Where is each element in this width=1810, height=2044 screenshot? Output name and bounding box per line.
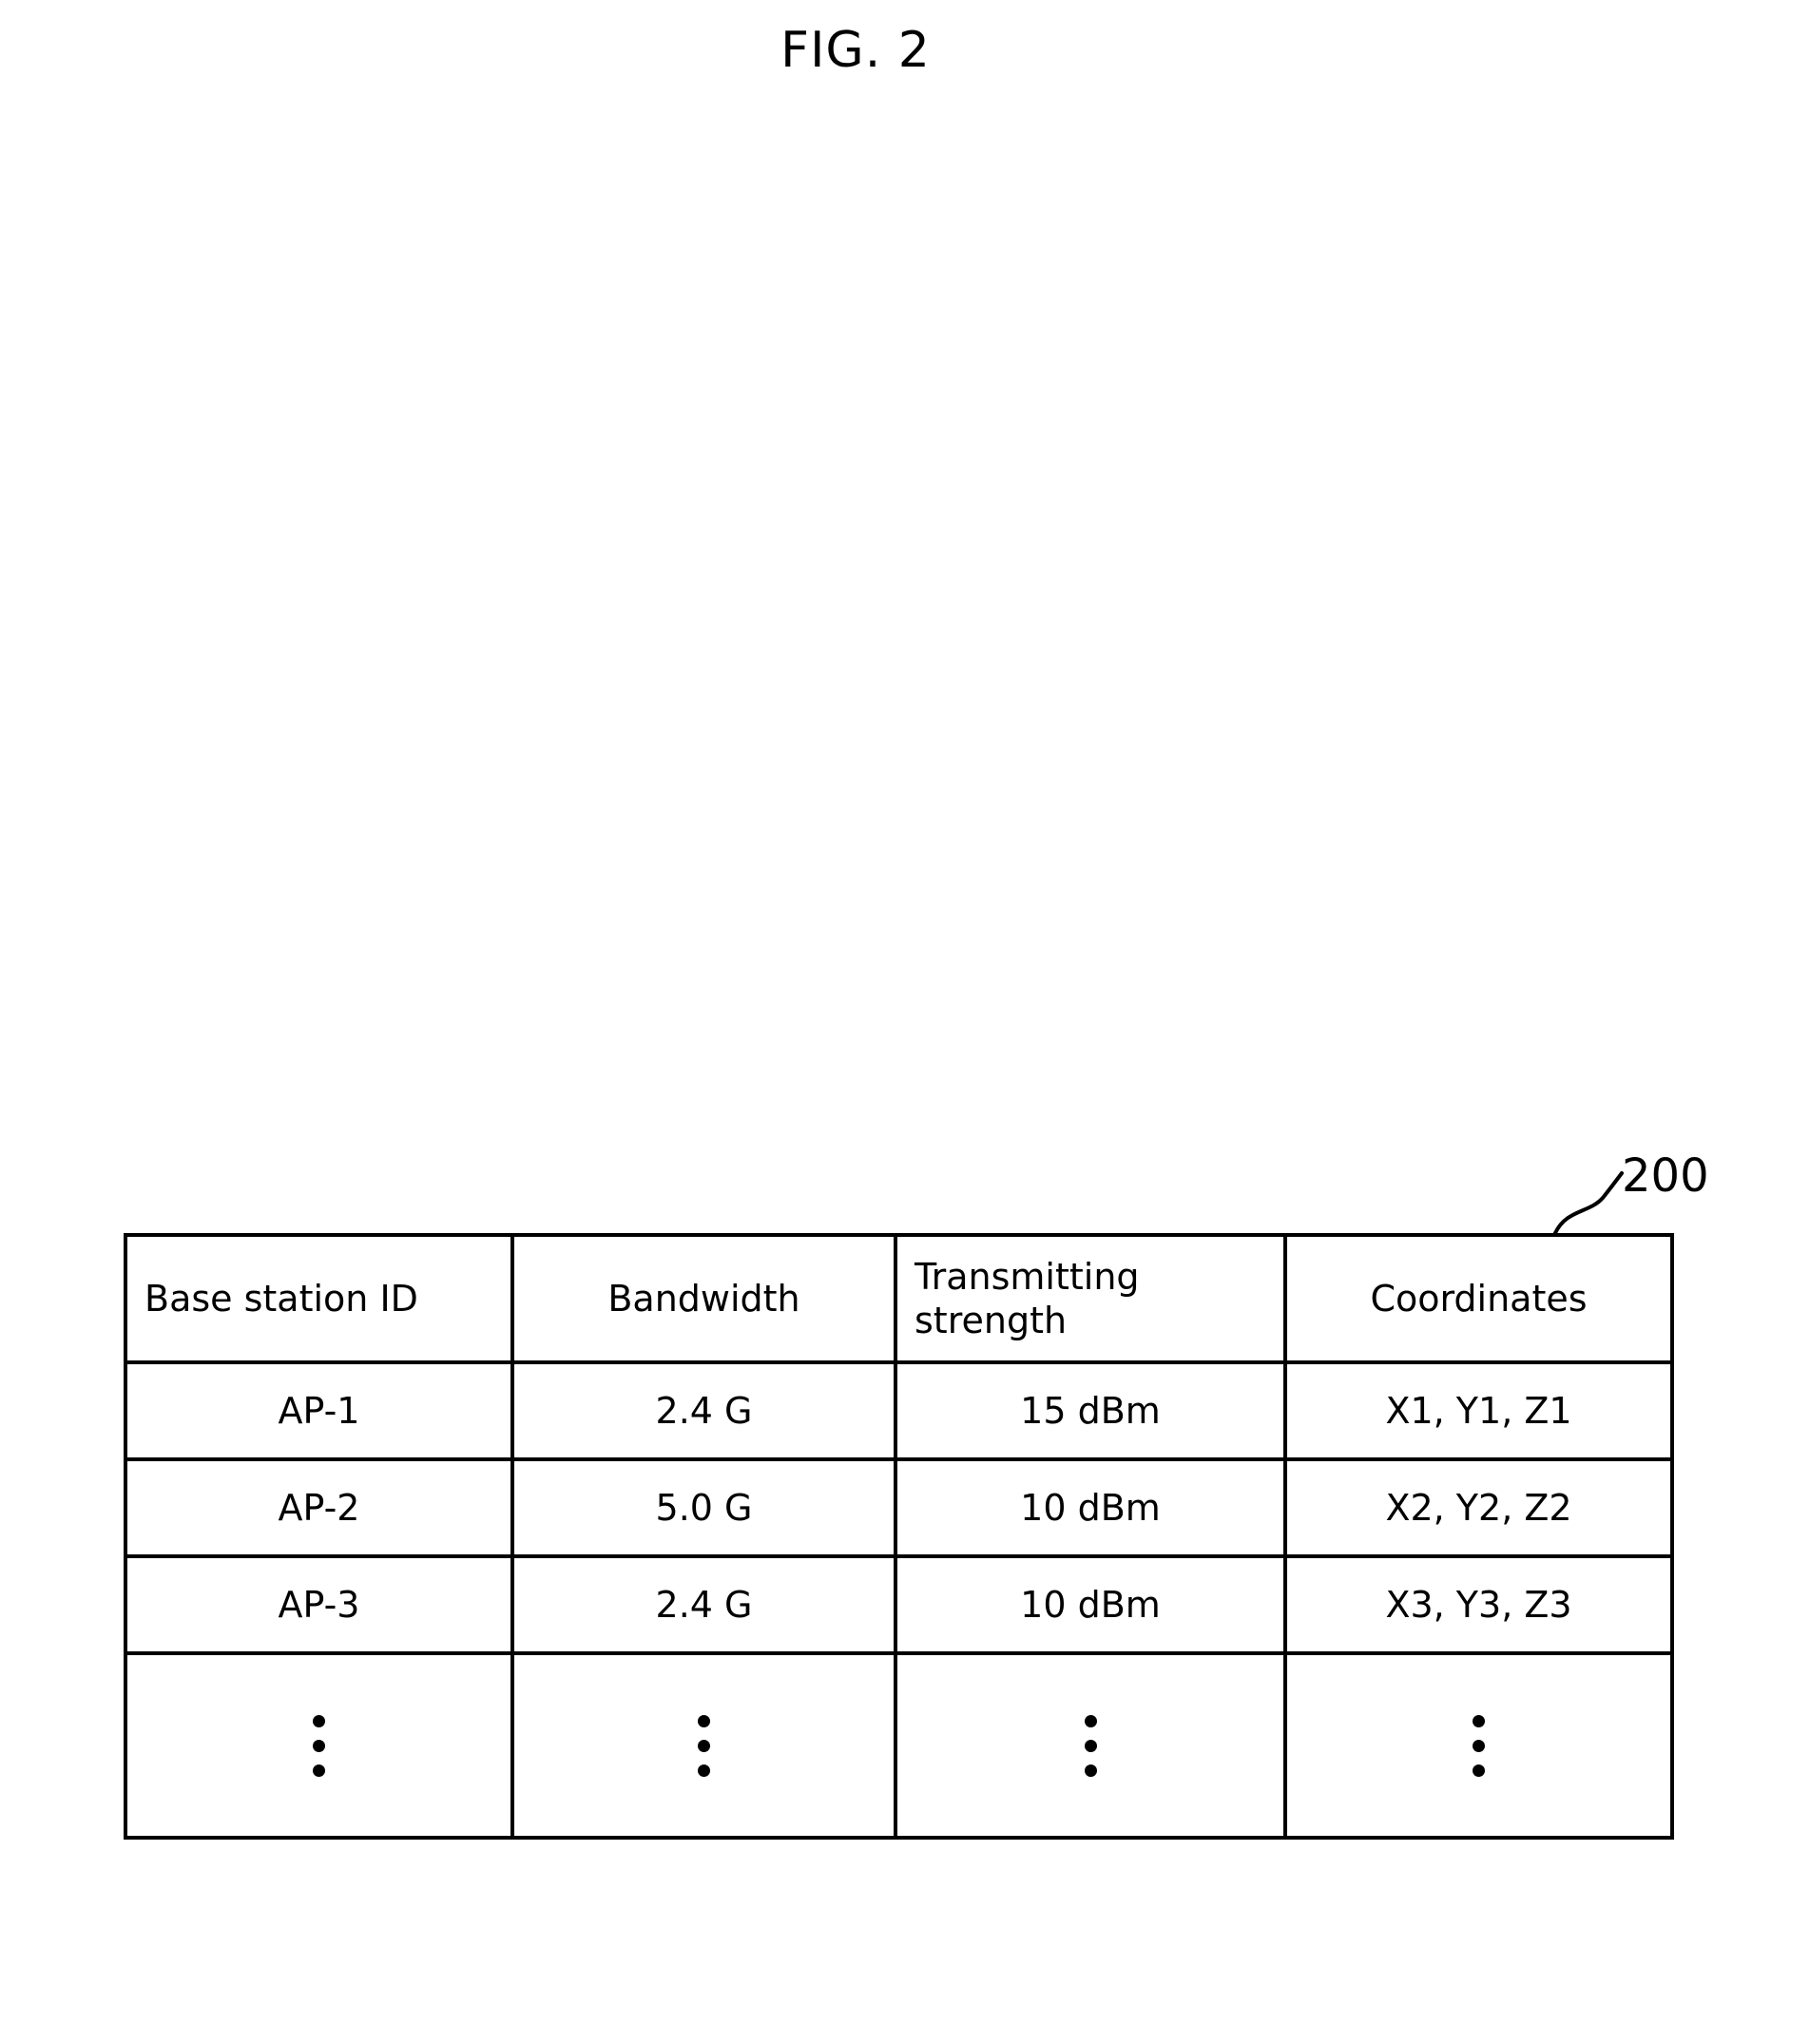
cell-base-station-id: AP-1	[124, 1360, 514, 1461]
cell-continuation	[1283, 1651, 1674, 1840]
column-header-base-station-id: Base station ID	[124, 1233, 514, 1364]
cell-continuation	[894, 1651, 1287, 1840]
column-header-bandwidth: Bandwidth	[510, 1233, 897, 1364]
cell-coordinates: X3, Y3, Z3	[1283, 1554, 1674, 1655]
column-header-label: Coordinates	[1370, 1278, 1588, 1320]
cell-coordinates: X2, Y2, Z2	[1283, 1457, 1674, 1558]
column-header-label: Bandwidth	[607, 1278, 800, 1320]
cell-continuation	[124, 1651, 514, 1840]
vertical-ellipsis-icon	[127, 1655, 510, 1836]
column-header-label: Transmitting strength	[915, 1256, 1140, 1341]
cell-continuation	[510, 1651, 897, 1840]
cell-bandwidth: 2.4 G	[510, 1360, 897, 1461]
cell-transmitting-strength: 15 dBm	[894, 1360, 1287, 1461]
vertical-ellipsis-icon	[514, 1655, 894, 1836]
table-row-continuation	[124, 1651, 1674, 1840]
cell-bandwidth: 2.4 G	[510, 1554, 897, 1655]
column-header-transmitting-strength: Transmitting strength	[894, 1233, 1287, 1364]
cell-transmitting-strength: 10 dBm	[894, 1457, 1287, 1558]
column-header-coordinates: Coordinates	[1283, 1233, 1674, 1364]
figure-title: FIG. 2	[780, 22, 931, 79]
table-row: AP-1 2.4 G 15 dBm X1, Y1, Z1	[124, 1360, 1674, 1461]
table-row: AP-3 2.4 G 10 dBm X3, Y3, Z3	[124, 1554, 1674, 1655]
cell-transmitting-strength: 10 dBm	[894, 1554, 1287, 1655]
column-header-label: Base station ID	[144, 1278, 418, 1320]
cell-coordinates: X1, Y1, Z1	[1283, 1360, 1674, 1461]
vertical-ellipsis-icon	[897, 1655, 1283, 1836]
vertical-ellipsis-icon	[1287, 1655, 1670, 1836]
cell-bandwidth: 5.0 G	[510, 1457, 897, 1558]
base-station-table: Base station ID Bandwidth Transmitting s…	[124, 1233, 1674, 1840]
cell-base-station-id: AP-2	[124, 1457, 514, 1558]
reference-numeral-label: 200	[1622, 1149, 1709, 1203]
table-header-row: Base station ID Bandwidth Transmitting s…	[124, 1233, 1674, 1364]
table-row: AP-2 5.0 G 10 dBm X2, Y2, Z2	[124, 1457, 1674, 1558]
cell-base-station-id: AP-3	[124, 1554, 514, 1655]
